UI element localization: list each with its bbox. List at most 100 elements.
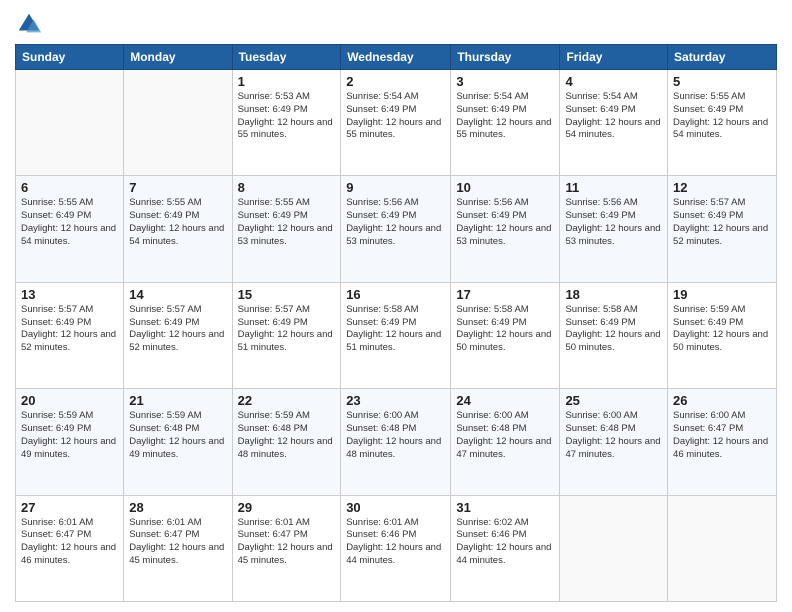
weekday-header-saturday: Saturday xyxy=(668,45,777,70)
calendar-cell: 8 Sunrise: 5:55 AMSunset: 6:49 PMDaylight… xyxy=(232,176,341,282)
calendar-week-row: 27 Sunrise: 6:01 AMSunset: 6:47 PMDayligh… xyxy=(16,495,777,601)
calendar-week-row: 20Sunrise: 5:59 AMSunset: 6:49 PMDayligh… xyxy=(16,389,777,495)
day-number: 28 xyxy=(129,500,226,515)
day-number: 2 xyxy=(346,74,445,89)
day-detail: Sunrise: 5:57 AMSunset: 6:49 PMDaylight:… xyxy=(129,304,226,355)
day-number: 21 xyxy=(129,393,226,408)
day-detail: Sunrise: 5:55 AMSunset: 6:49 PMDaylight:… xyxy=(238,197,336,248)
day-detail: Sunrise: 5:54 AMSunset: 6:49 PMDaylight:… xyxy=(346,91,445,142)
day-number: 9 xyxy=(346,180,445,195)
calendar-cell: 6 Sunrise: 5:55 AMSunset: 6:49 PMDaylight… xyxy=(16,176,124,282)
day-detail: Sunrise: 5:59 AMSunset: 6:48 PMDaylight:… xyxy=(238,410,336,461)
calendar-cell: 12 Sunrise: 5:57 AMSunset: 6:49 PMDayligh… xyxy=(668,176,777,282)
day-detail: Sunrise: 5:55 AMSunset: 6:49 PMDaylight:… xyxy=(673,91,771,142)
calendar-cell: 22Sunrise: 5:59 AMSunset: 6:48 PMDayligh… xyxy=(232,389,341,495)
day-detail: Sunrise: 5:55 AMSunset: 6:49 PMDaylight:… xyxy=(21,197,118,248)
calendar-cell: 29 Sunrise: 6:01 AMSunset: 6:47 PMDayligh… xyxy=(232,495,341,601)
calendar-table: SundayMondayTuesdayWednesdayThursdayFrid… xyxy=(15,44,777,602)
calendar-cell: 21 Sunrise: 5:59 AMSunset: 6:48 PMDayligh… xyxy=(124,389,232,495)
weekday-header-tuesday: Tuesday xyxy=(232,45,341,70)
weekday-header-wednesday: Wednesday xyxy=(341,45,451,70)
calendar-cell: 26 Sunrise: 6:00 AMSunset: 6:47 PMDayligh… xyxy=(668,389,777,495)
day-number: 1 xyxy=(238,74,336,89)
day-detail: Sunrise: 5:58 AMSunset: 6:49 PMDaylight:… xyxy=(565,304,662,355)
calendar-cell: 14 Sunrise: 5:57 AMSunset: 6:49 PMDayligh… xyxy=(124,282,232,388)
day-detail: Sunrise: 6:00 AMSunset: 6:48 PMDaylight:… xyxy=(346,410,445,461)
weekday-header-monday: Monday xyxy=(124,45,232,70)
day-number: 14 xyxy=(129,287,226,302)
day-detail: Sunrise: 6:01 AMSunset: 6:47 PMDaylight:… xyxy=(238,517,336,568)
calendar-cell: 20Sunrise: 5:59 AMSunset: 6:49 PMDayligh… xyxy=(16,389,124,495)
calendar-cell: 15 Sunrise: 5:57 AMSunset: 6:49 PMDayligh… xyxy=(232,282,341,388)
calendar-cell: 31 Sunrise: 6:02 AMSunset: 6:46 PMDayligh… xyxy=(451,495,560,601)
day-detail: Sunrise: 6:02 AMSunset: 6:46 PMDaylight:… xyxy=(456,517,554,568)
logo-icon xyxy=(15,10,43,38)
day-detail: Sunrise: 6:00 AMSunset: 6:48 PMDaylight:… xyxy=(565,410,662,461)
day-detail: Sunrise: 5:53 AMSunset: 6:49 PMDaylight:… xyxy=(238,91,336,142)
day-number: 31 xyxy=(456,500,554,515)
day-number: 15 xyxy=(238,287,336,302)
calendar-cell: 19Sunrise: 5:59 AMSunset: 6:49 PMDayligh… xyxy=(668,282,777,388)
day-number: 4 xyxy=(565,74,662,89)
day-number: 8 xyxy=(238,180,336,195)
day-number: 25 xyxy=(565,393,662,408)
calendar-cell: 27 Sunrise: 6:01 AMSunset: 6:47 PMDayligh… xyxy=(16,495,124,601)
calendar-week-row: 6 Sunrise: 5:55 AMSunset: 6:49 PMDaylight… xyxy=(16,176,777,282)
calendar-cell xyxy=(668,495,777,601)
day-number: 11 xyxy=(565,180,662,195)
day-number: 29 xyxy=(238,500,336,515)
day-number: 30 xyxy=(346,500,445,515)
day-detail: Sunrise: 5:54 AMSunset: 6:49 PMDaylight:… xyxy=(456,91,554,142)
calendar-cell xyxy=(560,495,668,601)
day-number: 26 xyxy=(673,393,771,408)
day-detail: Sunrise: 5:57 AMSunset: 6:49 PMDaylight:… xyxy=(238,304,336,355)
day-number: 13 xyxy=(21,287,118,302)
day-detail: Sunrise: 5:58 AMSunset: 6:49 PMDaylight:… xyxy=(346,304,445,355)
day-detail: Sunrise: 5:56 AMSunset: 6:49 PMDaylight:… xyxy=(346,197,445,248)
day-number: 24 xyxy=(456,393,554,408)
calendar-cell xyxy=(16,70,124,176)
calendar-cell: 3 Sunrise: 5:54 AMSunset: 6:49 PMDaylight… xyxy=(451,70,560,176)
day-number: 7 xyxy=(129,180,226,195)
calendar-cell: 10Sunrise: 5:56 AMSunset: 6:49 PMDayligh… xyxy=(451,176,560,282)
calendar-cell: 28Sunrise: 6:01 AMSunset: 6:47 PMDayligh… xyxy=(124,495,232,601)
calendar-cell xyxy=(124,70,232,176)
calendar-cell: 30 Sunrise: 6:01 AMSunset: 6:46 PMDayligh… xyxy=(341,495,451,601)
day-number: 16 xyxy=(346,287,445,302)
day-number: 6 xyxy=(21,180,118,195)
day-detail: Sunrise: 6:01 AMSunset: 6:47 PMDaylight:… xyxy=(21,517,118,568)
day-detail: Sunrise: 5:57 AMSunset: 6:49 PMDaylight:… xyxy=(21,304,118,355)
day-detail: Sunrise: 5:59 AMSunset: 6:49 PMDaylight:… xyxy=(673,304,771,355)
day-number: 12 xyxy=(673,180,771,195)
day-detail: Sunrise: 6:00 AMSunset: 6:48 PMDaylight:… xyxy=(456,410,554,461)
calendar-header-row: SundayMondayTuesdayWednesdayThursdayFrid… xyxy=(16,45,777,70)
calendar-cell: 1 Sunrise: 5:53 AMSunset: 6:49 PMDaylight… xyxy=(232,70,341,176)
calendar-cell: 23 Sunrise: 6:00 AMSunset: 6:48 PMDayligh… xyxy=(341,389,451,495)
day-detail: Sunrise: 5:54 AMSunset: 6:49 PMDaylight:… xyxy=(565,91,662,142)
calendar-cell: 17Sunrise: 5:58 AMSunset: 6:49 PMDayligh… xyxy=(451,282,560,388)
day-detail: Sunrise: 6:00 AMSunset: 6:47 PMDaylight:… xyxy=(673,410,771,461)
day-detail: Sunrise: 5:59 AMSunset: 6:48 PMDaylight:… xyxy=(129,410,226,461)
day-detail: Sunrise: 5:57 AMSunset: 6:49 PMDaylight:… xyxy=(673,197,771,248)
day-detail: Sunrise: 5:59 AMSunset: 6:49 PMDaylight:… xyxy=(21,410,118,461)
day-number: 5 xyxy=(673,74,771,89)
calendar-cell: 5 Sunrise: 5:55 AMSunset: 6:49 PMDaylight… xyxy=(668,70,777,176)
day-detail: Sunrise: 6:01 AMSunset: 6:46 PMDaylight:… xyxy=(346,517,445,568)
calendar-week-row: 13 Sunrise: 5:57 AMSunset: 6:49 PMDayligh… xyxy=(16,282,777,388)
day-detail: Sunrise: 5:56 AMSunset: 6:49 PMDaylight:… xyxy=(456,197,554,248)
weekday-header-sunday: Sunday xyxy=(16,45,124,70)
day-number: 17 xyxy=(456,287,554,302)
day-number: 23 xyxy=(346,393,445,408)
calendar-cell: 2 Sunrise: 5:54 AMSunset: 6:49 PMDaylight… xyxy=(341,70,451,176)
day-number: 27 xyxy=(21,500,118,515)
page: SundayMondayTuesdayWednesdayThursdayFrid… xyxy=(0,0,792,612)
calendar-cell: 4 Sunrise: 5:54 AMSunset: 6:49 PMDaylight… xyxy=(560,70,668,176)
weekday-header-friday: Friday xyxy=(560,45,668,70)
calendar-cell: 16 Sunrise: 5:58 AMSunset: 6:49 PMDayligh… xyxy=(341,282,451,388)
calendar-cell: 25 Sunrise: 6:00 AMSunset: 6:48 PMDayligh… xyxy=(560,389,668,495)
day-number: 3 xyxy=(456,74,554,89)
logo xyxy=(15,10,47,38)
header xyxy=(15,10,777,38)
day-number: 18 xyxy=(565,287,662,302)
calendar-cell: 24 Sunrise: 6:00 AMSunset: 6:48 PMDayligh… xyxy=(451,389,560,495)
